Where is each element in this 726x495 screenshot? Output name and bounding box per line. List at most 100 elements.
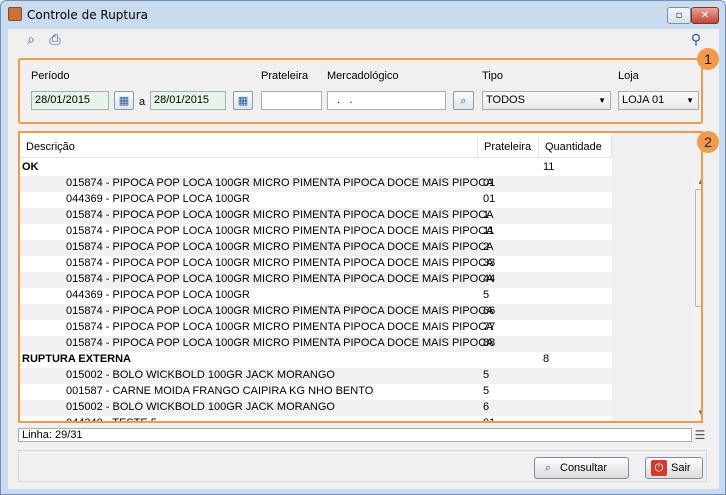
cell-descricao: 015874 - PIPOCA POP LOCA 100GR MICRO PIM…	[66, 321, 494, 333]
mercadologico-label: Mercadológico	[327, 70, 399, 82]
cell-descricao: 015874 - PIPOCA POP LOCA 100GR MICRO PIM…	[66, 337, 494, 349]
periodo-label: Período	[31, 70, 70, 82]
group-row[interactable]: OK 11	[20, 160, 612, 176]
tipo-label: Tipo	[482, 70, 503, 82]
search-icon[interactable]: ⌕	[22, 31, 40, 49]
status-bar: Linha: 29/31	[18, 428, 692, 442]
table-row[interactable]: 044369 - PIPOCA POP LOCA 100GR 5	[20, 288, 612, 304]
cell-prateleira: 01	[483, 177, 496, 189]
button-bar: ⌕ Consultar ⏻ Sair	[18, 450, 707, 482]
cell-descricao: 044369 - PIPOCA POP LOCA 100GR	[66, 289, 250, 301]
cell-prateleira: 1	[483, 209, 490, 221]
cell-prateleira: 77	[483, 321, 496, 333]
table-row[interactable]: 015874 - PIPOCA POP LOCA 100GR MICRO PIM…	[20, 336, 612, 352]
cell-descricao: 015874 - PIPOCA POP LOCA 100GR MICRO PIM…	[66, 241, 494, 253]
menu-icon[interactable]: ☰	[693, 428, 707, 442]
results-panel: Descrição Prateleira Quantidade OK 11 0158…	[18, 131, 703, 423]
print-icon[interactable]: ⎙	[46, 31, 64, 49]
filter-panel: Período 28/01/2015 ▦ a 28/01/2015 ▦ Prat…	[18, 58, 703, 124]
table-row[interactable]: 015002 - BOLO WICKBOLD 100GR JACK MORANG…	[20, 368, 612, 384]
cell-prateleira: 5	[483, 369, 490, 381]
main-window: Controle de Ruptura ▫ ✕ ⌕ ⎙ ⚲ Período 28…	[0, 0, 726, 495]
column-header-quantidade[interactable]: Quantidade	[539, 136, 612, 158]
group-row[interactable]: RUPTURA EXTERNA 8	[20, 352, 612, 368]
column-header-descricao[interactable]: Descrição	[20, 136, 478, 158]
date-from-field[interactable]: 28/01/2015	[31, 91, 109, 110]
table-row[interactable]: 044369 - PIPOCA POP LOCA 100GR 01	[20, 192, 612, 208]
sair-button[interactable]: ⏻ Sair	[645, 457, 703, 479]
window-title: Controle de Ruptura	[27, 8, 149, 22]
vertical-scrollbar[interactable]: ▲ ▼	[694, 175, 701, 419]
cell-descricao: 015874 - PIPOCA POP LOCA 100GR MICRO PIM…	[66, 209, 494, 221]
table-row[interactable]: 015002 - BOLO WICKBOLD 100GR JACK MORANG…	[20, 400, 612, 416]
cell-prateleira: 66	[483, 305, 496, 317]
table-row[interactable]: 015874 - PIPOCA POP LOCA 100GR MICRO PIM…	[20, 256, 612, 272]
cell-descricao: 044340 - TESTE 5	[66, 417, 157, 423]
power-icon: ⏻	[651, 460, 667, 476]
cell-prateleira: 5	[483, 289, 490, 301]
cell-quantidade: 8	[543, 353, 550, 365]
cell-prateleira: 6	[483, 401, 490, 413]
table-row[interactable]: 015874 - PIPOCA POP LOCA 100GR MICRO PIM…	[20, 224, 612, 240]
chevron-down-icon: ▼	[598, 96, 606, 105]
cell-prateleira: 11	[483, 225, 495, 237]
table-row[interactable]: 015874 - PIPOCA POP LOCA 100GR MICRO PIM…	[20, 304, 612, 320]
cell-prateleira: 5	[483, 385, 490, 397]
loja-label: Loja	[618, 70, 639, 82]
tipo-select[interactable]: TODOS ▼	[482, 91, 611, 110]
table-row[interactable]: 015874 - PIPOCA POP LOCA 100GR MICRO PIM…	[20, 176, 612, 192]
column-header-prateleira[interactable]: Prateleira	[478, 136, 539, 158]
tools-icon[interactable]: ⚲	[687, 31, 705, 49]
calendar-from-icon[interactable]: ▦	[114, 91, 134, 110]
panel-1-badge: 1	[697, 48, 719, 70]
cell-prateleira: 88	[483, 337, 496, 349]
a-label: a	[139, 96, 146, 108]
date-to-field[interactable]: 28/01/2015	[150, 91, 226, 110]
consultar-label: Consultar	[560, 462, 608, 474]
mercadologico-search-icon[interactable]: ⌕	[453, 91, 474, 110]
prateleira-field[interactable]	[261, 91, 322, 110]
sair-label: Sair	[671, 462, 691, 474]
title-bar: Controle de Ruptura ▫ ✕	[1, 1, 725, 29]
prateleira-label: Prateleira	[261, 70, 309, 82]
cell-prateleira: 2	[483, 241, 490, 253]
table-row[interactable]: 001587 - CARNE MOIDA FRANGO CAIPIRA KG N…	[20, 384, 612, 400]
table-row[interactable]: 015874 - PIPOCA POP LOCA 100GR MICRO PIM…	[20, 320, 612, 336]
search-icon: ⌕	[544, 462, 552, 474]
loja-select[interactable]: LOJA 01 ▼	[618, 91, 699, 110]
panel-2-badge: 2	[697, 131, 719, 153]
cell-descricao: OK	[22, 161, 39, 173]
app-icon	[8, 7, 22, 21]
results-grid: Descrição Prateleira Quantidade OK 11 0158…	[20, 133, 612, 421]
cell-descricao: 044369 - PIPOCA POP LOCA 100GR	[66, 193, 250, 205]
cell-descricao: 015874 - PIPOCA POP LOCA 100GR MICRO PIM…	[66, 177, 494, 189]
cell-descricao: 015002 - BOLO WICKBOLD 100GR JACK MORANG…	[66, 401, 335, 413]
close-button[interactable]: ✕	[691, 7, 719, 24]
table-row[interactable]: 015874 - PIPOCA POP LOCA 100GR MICRO PIM…	[20, 240, 612, 256]
chevron-down-icon: ▼	[686, 96, 694, 105]
scroll-up-icon[interactable]: ▲	[694, 175, 701, 187]
cell-descricao: 015874 - PIPOCA POP LOCA 100GR MICRO PIM…	[66, 305, 494, 317]
table-row[interactable]: 015874 - PIPOCA POP LOCA 100GR MICRO PIM…	[20, 208, 612, 224]
cell-descricao: 001587 - CARNE MOIDA FRANGO CAIPIRA KG N…	[66, 385, 374, 397]
cell-prateleira: 33	[483, 257, 496, 269]
tipo-select-value: TODOS	[486, 94, 525, 106]
scroll-down-icon[interactable]: ▼	[694, 407, 701, 419]
calendar-to-icon[interactable]: ▦	[233, 91, 253, 110]
cell-descricao: 015002 - BOLO WICKBOLD 100GR JACK MORANG…	[66, 369, 335, 381]
cell-descricao: 015874 - PIPOCA POP LOCA 100GR MICRO PIM…	[66, 273, 494, 285]
cell-prateleira: 44	[483, 273, 496, 285]
cell-descricao: 015874 - PIPOCA POP LOCA 100GR MICRO PIM…	[66, 257, 494, 269]
scroll-thumb[interactable]	[695, 189, 701, 307]
cell-prateleira: 01	[483, 193, 496, 205]
loja-select-value: LOJA 01	[622, 94, 665, 106]
table-row[interactable]: 044340 - TESTE 5 01	[20, 416, 612, 423]
cell-descricao: RUPTURA EXTERNA	[22, 353, 131, 365]
table-row[interactable]: 015874 - PIPOCA POP LOCA 100GR MICRO PIM…	[20, 272, 612, 288]
mercadologico-field[interactable]: . .	[327, 91, 446, 110]
cell-prateleira: 01	[483, 417, 496, 423]
cell-quantidade: 11	[543, 161, 555, 173]
consultar-button[interactable]: ⌕ Consultar	[534, 457, 629, 479]
cell-descricao: 015874 - PIPOCA POP LOCA 100GR MICRO PIM…	[66, 225, 494, 237]
restore-button[interactable]: ▫	[667, 7, 691, 24]
